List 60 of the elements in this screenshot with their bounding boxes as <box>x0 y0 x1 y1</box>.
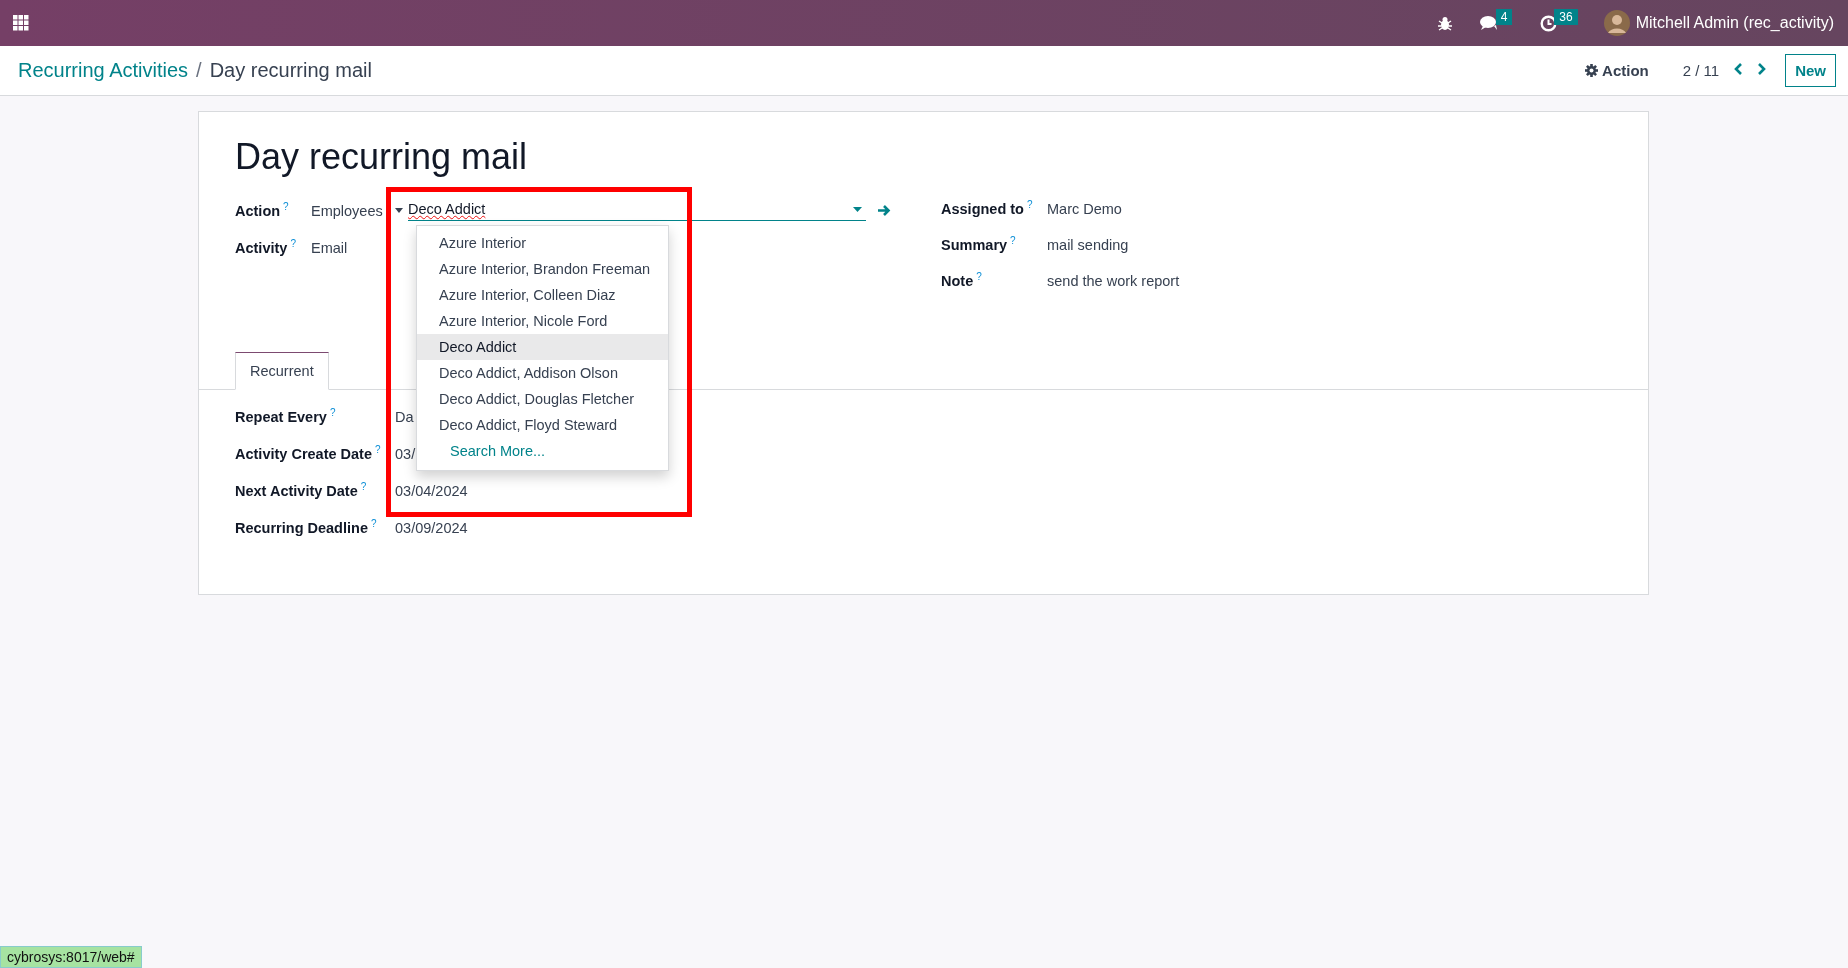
apps-menu-icon[interactable] <box>13 15 29 31</box>
gear-icon <box>1585 64 1599 77</box>
dropdown-item[interactable]: Azure Interior, Nicole Ford <box>417 308 668 334</box>
field-value[interactable]: 03/ <box>395 445 416 463</box>
breadcrumb-link[interactable]: Recurring Activities <box>18 59 189 82</box>
help-marker[interactable]: ? <box>290 238 296 249</box>
help-marker[interactable]: ? <box>976 271 982 282</box>
status-url: cybrosys:8017/web# <box>7 949 135 965</box>
pager-value: 2 / 11 <box>1682 62 1720 79</box>
field-label: Assigned to <box>941 201 1024 217</box>
activity-count-badge: 36 <box>1554 9 1578 25</box>
new-button[interactable]: New <box>1785 54 1836 87</box>
field-label: Repeat Every <box>235 409 327 425</box>
record-title: Day recurring mail <box>234 135 529 178</box>
field-label: Recurring Deadline <box>235 520 368 536</box>
dropdown-item[interactable]: Deco Addict, Douglas Fletcher <box>417 386 668 412</box>
dropdown-item[interactable]: Deco Addict, Floyd Steward <box>417 412 668 438</box>
message-count-badge: 4 <box>1495 9 1513 25</box>
field-value[interactable]: Da <box>395 408 414 426</box>
caret-icon[interactable] <box>853 206 862 212</box>
field-label: Next Activity Date <box>235 483 358 499</box>
field-value[interactable]: 03/04/2024 <box>395 482 468 500</box>
dropdown-item[interactable]: Azure Interior, Colleen Diaz <box>417 282 668 308</box>
field-label: Note <box>941 273 974 289</box>
field-label: Action <box>235 202 281 219</box>
arrow-right-icon[interactable] <box>877 204 891 217</box>
help-marker[interactable]: ? <box>329 407 336 418</box>
help-marker[interactable]: ? <box>360 481 367 492</box>
field-value[interactable]: send the work report <box>1047 272 1180 290</box>
breadcrumb-separator: / <box>196 59 202 82</box>
help-marker[interactable]: ? <box>375 444 381 455</box>
previous-icon[interactable] <box>1733 62 1744 76</box>
help-marker[interactable]: ? <box>283 200 289 212</box>
next-icon[interactable] <box>1757 62 1768 76</box>
dropdown-item[interactable]: Azure Interior <box>417 230 668 256</box>
field-label: Activity Create Date <box>235 446 372 462</box>
help-marker[interactable]: ? <box>1027 199 1033 210</box>
breadcrumb-current: Day recurring mail <box>209 59 372 82</box>
record-input-field[interactable]: Deco Addict <box>408 200 866 221</box>
field-value[interactable]: 03/09/2024 <box>395 519 468 537</box>
field-label: Summary <box>941 237 1008 253</box>
dropdown-item[interactable]: Deco Addict, Addison Olson <box>417 360 668 386</box>
field-value[interactable]: mail sending <box>1047 236 1129 254</box>
chat-icon[interactable] <box>1479 15 1499 31</box>
field-value[interactable]: Email <box>311 239 348 257</box>
user-name[interactable]: Mitchell Admin (rec_activity) <box>1635 14 1834 32</box>
help-marker[interactable]: ? <box>1010 235 1016 246</box>
help-marker[interactable]: ? <box>370 518 377 529</box>
dropdown-item[interactable]: Azure Interior, Brandon Freeman <box>417 256 668 282</box>
field-label: Activity <box>235 240 288 256</box>
search-more-link[interactable]: Search More... <box>417 438 668 464</box>
tab[interactable]: Recurrent <box>235 352 329 390</box>
dropdown-item[interactable]: Deco Addict <box>417 334 668 360</box>
model-select[interactable]: Employees <box>311 201 383 220</box>
avatar-icon[interactable] <box>1603 10 1630 36</box>
caret-icon[interactable] <box>395 208 403 213</box>
action-menu[interactable]: Action <box>1585 62 1649 79</box>
clock-icon[interactable] <box>1540 14 1558 32</box>
bug-icon[interactable] <box>1437 15 1452 31</box>
field-value[interactable]: Marc Demo <box>1047 200 1122 218</box>
